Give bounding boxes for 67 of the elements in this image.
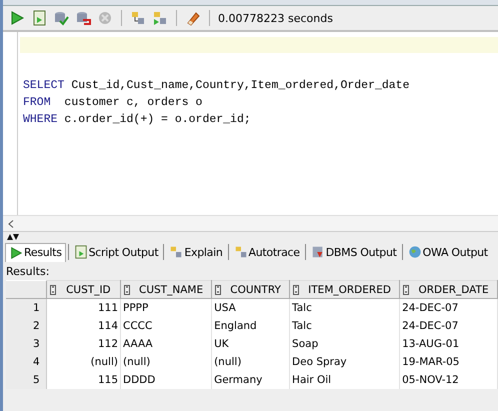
eraser-icon[interactable] (185, 10, 201, 26)
commit-icon[interactable] (53, 10, 69, 26)
elapsed-time: 0.00778223 seconds (218, 12, 333, 24)
table-cell: UK (212, 335, 290, 353)
sort-icon[interactable] (215, 284, 222, 294)
run-icon (9, 246, 23, 260)
table-cell: Deo Spray (290, 353, 400, 371)
column-header[interactable]: CUST_NAME (120, 280, 212, 298)
row-number: 5 (6, 371, 46, 389)
table-cell: (null) (212, 353, 290, 371)
table-cell: (null) (120, 353, 212, 371)
run-icon[interactable] (9, 10, 25, 26)
sort-icon[interactable] (124, 284, 130, 294)
sort-icon[interactable] (50, 284, 56, 294)
table-cell: 05-NOV-12 (400, 371, 498, 389)
table-cell: Talc (290, 317, 400, 335)
result-tab[interactable]: OWA Output (404, 243, 491, 261)
table-cell: 115 (46, 371, 120, 389)
table-cell: Hair Oil (290, 371, 400, 389)
code-line: FROM customer c, orders o (22, 95, 204, 111)
code-line: WHERE c.order_id(+) = o.order_id; (22, 112, 252, 128)
sort-icon[interactable] (293, 284, 300, 294)
table-cell: CCCC (120, 317, 212, 335)
table-cell: AAAA (120, 335, 212, 353)
table-cell: PPPP (120, 298, 212, 317)
horizontal-scrollbar[interactable] (3, 215, 498, 232)
scroll-left-icon[interactable] (8, 220, 14, 228)
table-cell: England (212, 317, 290, 335)
sort-icon[interactable] (403, 284, 410, 294)
table-cell: 114 (46, 317, 120, 335)
table-cell: 19-MAR-05 (400, 353, 498, 371)
table-cell: Soap (290, 335, 400, 353)
row-number: 1 (6, 298, 46, 317)
splitter-arrows-icon[interactable] (7, 234, 19, 240)
result-tab[interactable]: Results (5, 242, 66, 262)
plan-icon (234, 245, 248, 259)
table-cell: 112 (46, 335, 120, 353)
result-tab[interactable]: DBMS Output (308, 243, 400, 261)
column-header[interactable]: CUST_ID (46, 280, 120, 298)
column-header[interactable]: ITEM_ORDERED (290, 280, 400, 298)
row-number: 2 (6, 317, 46, 335)
table-cell: 24-DEC-07 (400, 317, 498, 335)
result-tab[interactable]: Autotrace (230, 243, 303, 261)
plan-icon (169, 245, 184, 259)
rollback-icon[interactable] (75, 10, 91, 26)
column-header[interactable]: ORDER_DATE (400, 280, 498, 298)
table-cell: USA (212, 298, 290, 317)
table-cell: 24-DEC-07 (400, 298, 498, 317)
table-cell: Talc (290, 298, 400, 317)
table-cell: DDDD (120, 371, 212, 389)
run-script-icon[interactable] (31, 10, 47, 26)
script-icon (74, 245, 88, 259)
results-label: Results: (6, 265, 50, 278)
result-tab[interactable]: Script Output (70, 243, 162, 261)
code-line: SELECT Cust_id,Cust_name,Country,Item_ordered,Order_date (22, 78, 410, 94)
column-header[interactable]: COUNTRY (212, 280, 290, 298)
database-icon (310, 245, 325, 259)
table-cell: (null) (46, 353, 120, 371)
table-cell: 13-AUG-01 (400, 335, 498, 353)
globe-icon (408, 245, 422, 259)
row-number: 3 (6, 335, 46, 353)
table-cell: 111 (46, 298, 120, 317)
explain-plan-icon[interactable] (130, 10, 146, 26)
row-number: 4 (6, 353, 46, 371)
table-cell: Germany (212, 371, 290, 389)
autotrace-icon[interactable] (152, 10, 168, 26)
result-tab[interactable]: Explain (166, 243, 226, 261)
